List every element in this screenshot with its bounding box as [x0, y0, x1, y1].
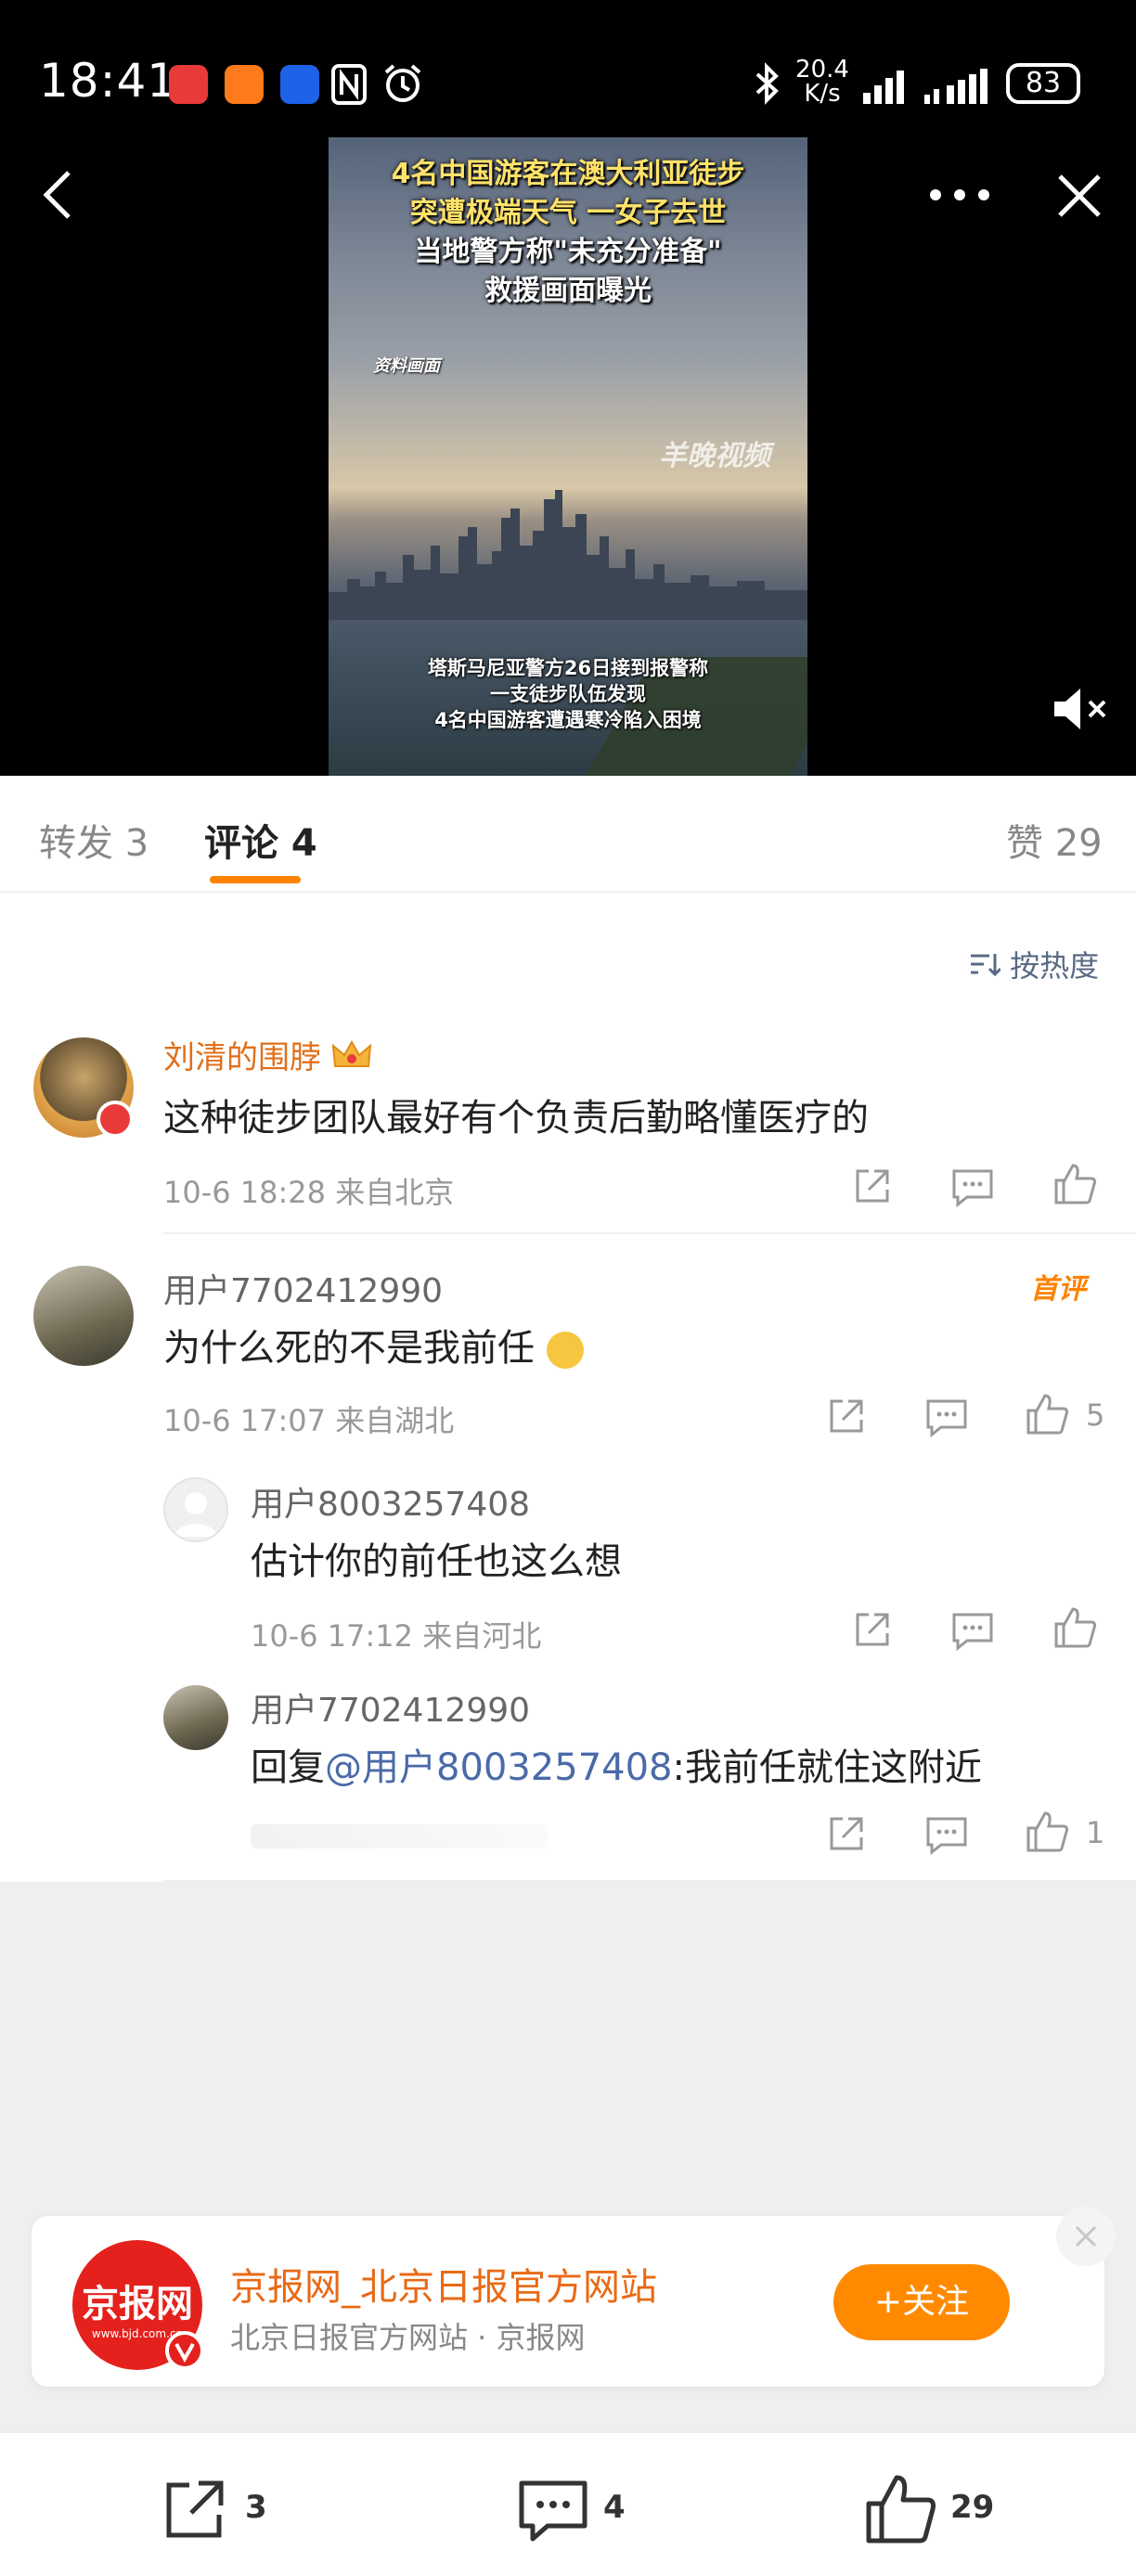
network-speed-unit: K/s	[804, 80, 841, 108]
verified-v-icon	[165, 2331, 204, 2370]
reply-username[interactable]: 用户7702412990	[251, 1683, 530, 1732]
comment-username[interactable]: 刘清的围脖	[163, 1032, 372, 1080]
nfc-icon	[330, 63, 368, 106]
reply-prefix: 回复	[251, 1746, 325, 1789]
close-button[interactable]	[1056, 173, 1103, 219]
mention-link[interactable]: @用户8003257408	[325, 1746, 673, 1789]
tabs-bar: 转发 3 评论 4 赞 29	[0, 776, 1136, 893]
mute-button[interactable]	[1051, 683, 1112, 735]
default-avatar-icon	[174, 1492, 217, 1537]
avatar[interactable]	[163, 1685, 228, 1750]
network-speed: 20.4 K/s	[794, 58, 850, 106]
reply-icon[interactable]	[950, 1607, 995, 1652]
comment-meta: 10-6 17:07 来自湖北	[163, 1403, 455, 1438]
taobao-app-icon	[169, 65, 208, 104]
reply-content: 估计你的前任也这么想	[251, 1540, 622, 1583]
reply-content-text: :我前任就住这附近	[672, 1746, 982, 1789]
share-icon[interactable]	[850, 1607, 895, 1652]
video-title-line: 救援画面曝光	[484, 275, 652, 307]
video-title-line: 突遭极端天气 一女子去世	[409, 197, 727, 229]
reply-content: 回复@用户8003257408:我前任就住这附近	[251, 1737, 982, 1791]
repost-count: 3	[245, 2489, 267, 2526]
video-watermark: 羊晚视频	[659, 440, 770, 472]
back-button[interactable]	[33, 167, 89, 223]
comments-list: 按热度 刘清的围脖 这种徒步团队最好有个负责后勤略懂医疗的 10-6 18:28…	[0, 893, 1136, 1882]
promo-subtitle: 北京日报官方网站 · 京报网	[230, 2320, 586, 2355]
tab-like[interactable]: 赞 29	[1006, 813, 1103, 867]
like-count: 5	[1086, 1397, 1105, 1433]
share-icon[interactable]	[824, 1811, 869, 1856]
close-icon	[1075, 2225, 1097, 2248]
video-caption-line: 塔斯马尼亚警方26日接到报警称	[427, 657, 709, 679]
network-speed-value: 20.4	[795, 56, 849, 84]
app-notification-icon	[225, 65, 264, 104]
video-caption-line: 4名中国游客遭遇寒冷陷入困境	[434, 709, 702, 731]
divider	[163, 1880, 1136, 1882]
battery-indicator: 83	[1006, 63, 1080, 104]
status-time: 18:41	[39, 54, 178, 108]
first-comment-badge: 首评	[1030, 1273, 1086, 1306]
crown-icon	[331, 1038, 372, 1080]
volume-muted-icon	[1054, 689, 1106, 729]
reply-icon[interactable]	[924, 1811, 969, 1856]
close-icon	[1058, 174, 1101, 217]
bottom-action-bar: 3 4 29	[0, 2431, 1136, 2576]
promo-close-button[interactable]	[1056, 2207, 1116, 2266]
signal-2-icon	[923, 65, 993, 104]
more-icon	[930, 189, 989, 200]
promo-title[interactable]: 京报网_北京日报官方网站	[230, 2257, 657, 2311]
chevron-left-icon	[43, 171, 71, 219]
sort-icon	[969, 950, 1002, 985]
reply-meta-placeholder	[251, 1824, 548, 1848]
like-icon[interactable]	[863, 2472, 937, 2546]
bluetooth-icon	[754, 61, 781, 106]
sort-button[interactable]: 按热度	[969, 943, 1099, 985]
avatar[interactable]	[33, 1266, 134, 1366]
promo-logo-text: 京报网	[82, 2282, 193, 2325]
like-icon[interactable]	[1052, 1162, 1097, 1206]
video-caption-line: 一支徒步队伍发现	[490, 683, 646, 705]
share-icon[interactable]	[850, 1164, 895, 1208]
like-icon[interactable]	[1025, 1810, 1069, 1854]
comment-content: 为什么死的不是我前任	[163, 1318, 584, 1372]
tab-comment[interactable]: 评论 4	[204, 813, 317, 867]
video-title-line: 当地警方称"未充分准备"	[414, 236, 722, 268]
bulb-app-icon	[280, 65, 319, 104]
alarm-icon	[381, 61, 425, 106]
divider	[163, 1232, 1136, 1234]
comment-username[interactable]: 用户7702412990	[163, 1264, 443, 1312]
laughing-crying-emoji-icon	[546, 1332, 584, 1369]
comment-icon[interactable]	[516, 2472, 590, 2546]
video-frame[interactable]: 4名中国游客在澳大利亚徒步 突遭极端天气 一女子去世 当地警方称"未充分准备" …	[329, 137, 807, 776]
reply-meta: 10-6 17:12 来自河北	[251, 1618, 542, 1654]
reply-icon[interactable]	[924, 1394, 969, 1438]
comment-username-text: 刘清的围脖	[163, 1039, 321, 1076]
verified-badge-icon	[97, 1101, 134, 1138]
follow-button[interactable]: +关注	[833, 2264, 1010, 2340]
comment-content-text: 为什么死的不是我前任	[163, 1327, 535, 1370]
share-icon[interactable]	[824, 1394, 869, 1438]
like-count: 29	[950, 2489, 995, 2526]
tab-repost[interactable]: 转发 3	[39, 813, 148, 867]
comment-count: 4	[603, 2489, 626, 2526]
like-icon[interactable]	[1052, 1605, 1097, 1650]
tab-active-indicator	[210, 876, 301, 883]
video-tag: 资料画面	[373, 356, 440, 376]
comment-meta: 10-6 18:28 来自北京	[163, 1175, 455, 1210]
reply-icon[interactable]	[950, 1164, 995, 1208]
like-icon[interactable]	[1025, 1392, 1069, 1436]
repost-icon[interactable]	[158, 2472, 232, 2546]
skyline-graphic	[329, 490, 807, 620]
reply-username[interactable]: 用户8003257408	[251, 1477, 530, 1526]
sort-label: 按热度	[1010, 948, 1100, 984]
more-button[interactable]	[919, 173, 1002, 217]
like-count: 1	[1086, 1815, 1105, 1850]
video-title-line: 4名中国游客在澳大利亚徒步	[391, 158, 745, 190]
comment-content: 这种徒步团队最好有个负责后勤略懂医疗的	[163, 1097, 869, 1140]
signal-icon	[861, 65, 913, 104]
avatar[interactable]	[163, 1477, 228, 1542]
